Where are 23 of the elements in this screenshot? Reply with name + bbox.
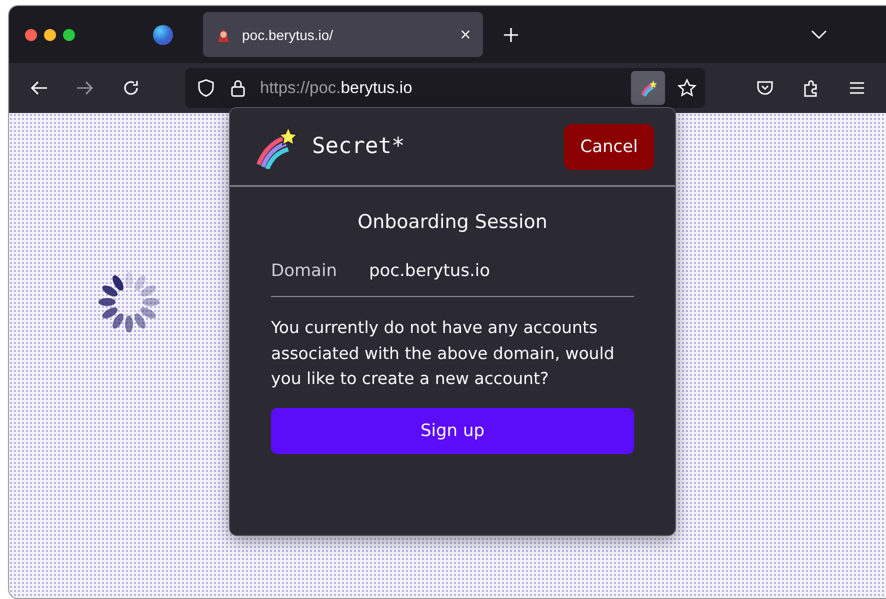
- chevron-down-icon[interactable]: [811, 30, 827, 40]
- maximize-window-button[interactable]: [63, 28, 75, 40]
- close-tab-icon[interactable]: [460, 29, 471, 40]
- popup-heading: Onboarding Session: [356, 211, 548, 233]
- cancel-button[interactable]: Cancel: [564, 124, 654, 170]
- onboarding-message: You currently do not have any accounts associated with the above domain, would you like to create a new account?: [271, 317, 616, 390]
- url-text: https://poc.berytus.io: [260, 78, 412, 98]
- app-name: Secret*: [312, 134, 405, 159]
- field-label: Domain: [271, 261, 337, 281]
- shield-icon[interactable]: [196, 78, 216, 98]
- minimize-window-button[interactable]: [44, 28, 56, 40]
- bookmark-star-icon[interactable]: [677, 78, 697, 98]
- rainbow-star-icon: [639, 79, 657, 97]
- browser-logo-icon[interactable]: [153, 24, 173, 44]
- new-tab-icon[interactable]: [503, 26, 519, 42]
- extension-button[interactable]: [631, 71, 665, 105]
- address-bar[interactable]: https://poc.berytus.io: [185, 68, 705, 108]
- reload-icon[interactable]: [121, 78, 141, 98]
- tab-title: poc.berytus.io/: [242, 26, 334, 42]
- browser-tab[interactable]: poc.berytus.io/: [203, 12, 483, 57]
- field-value: poc.berytus.io: [368, 261, 490, 281]
- close-window-button[interactable]: [25, 28, 37, 40]
- sign-up-button[interactable]: Sign up: [271, 408, 634, 454]
